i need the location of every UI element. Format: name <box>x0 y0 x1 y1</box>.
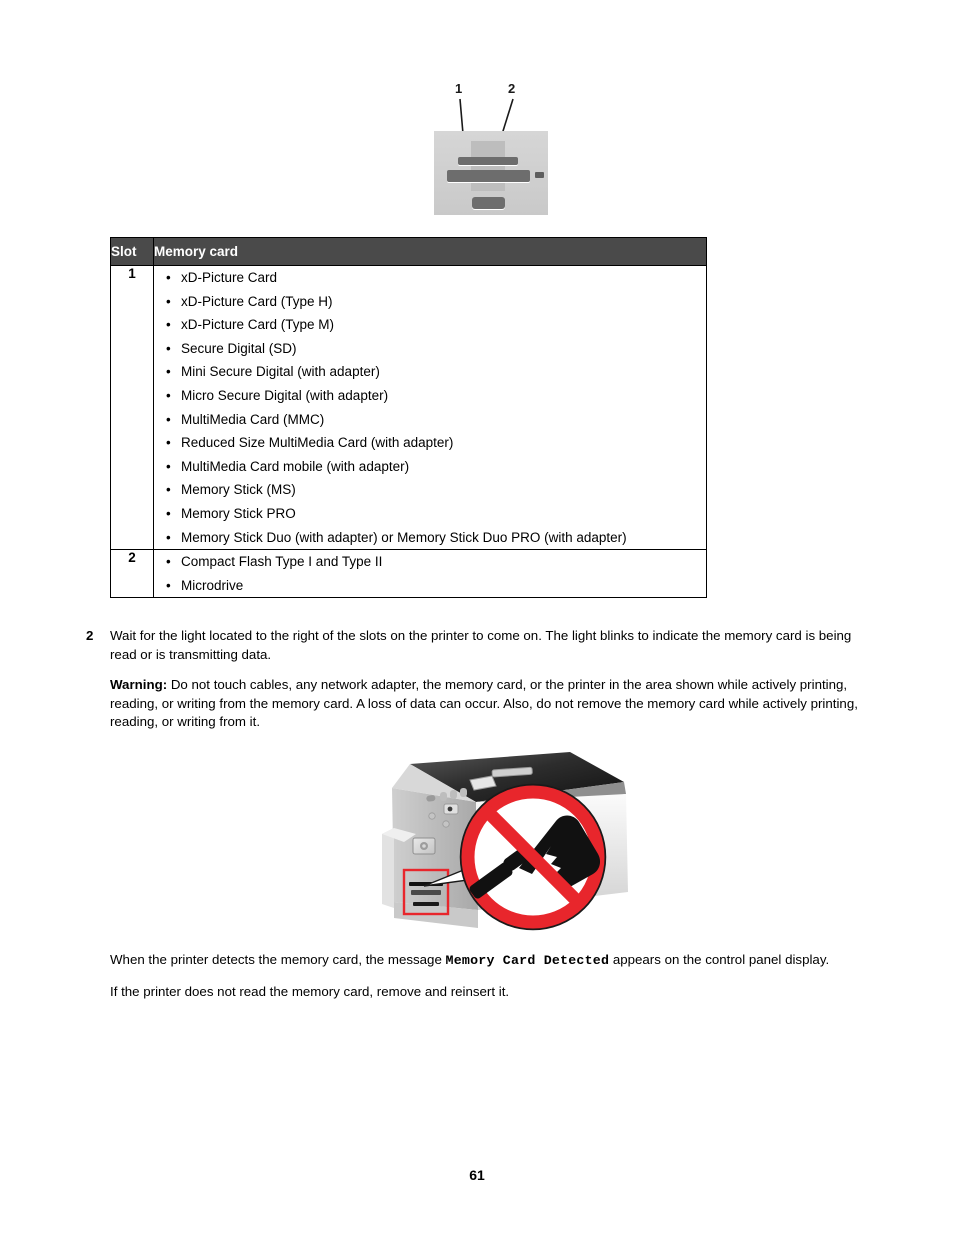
memory-card-table: Slot Memory card 1 xD-Picture Card xD-Pi… <box>110 237 707 599</box>
list-item: Memory Stick Duo (with adapter) or Memor… <box>154 526 706 550</box>
printer-warning-figure <box>380 742 630 942</box>
step-number: 2 <box>86 628 94 643</box>
table-header-slot: Slot <box>110 237 154 266</box>
table-header-row: Slot Memory card <box>110 237 707 266</box>
detected-after-text: appears on the control panel display. <box>609 952 830 967</box>
list-item: Compact Flash Type I and Type II <box>154 550 706 574</box>
list-item: MultiMedia Card mobile (with adapter) <box>154 455 706 479</box>
reinsert-paragraph: If the printer does not read the memory … <box>110 983 510 999</box>
list-item: Reduced Size MultiMedia Card (with adapt… <box>154 431 706 455</box>
row-card-list-cell: xD-Picture Card xD-Picture Card (Type H)… <box>153 264 707 551</box>
list-item: xD-Picture Card (Type M) <box>154 313 706 337</box>
card-slot-2 <box>447 170 530 182</box>
card-list: xD-Picture Card xD-Picture Card (Type H)… <box>154 266 706 549</box>
table-row: 1 xD-Picture Card xD-Picture Card (Type … <box>110 264 707 551</box>
table-body: 1 xD-Picture Card xD-Picture Card (Type … <box>110 264 707 599</box>
list-item: Mini Secure Digital (with adapter) <box>154 360 706 384</box>
table-row: 2 Compact Flash Type I and Type II Micro… <box>110 549 707 599</box>
warning-label: Warning: <box>110 677 168 693</box>
list-item: Memory Stick (MS) <box>154 478 706 502</box>
step-body: Wait for the light located to the right … <box>110 627 876 732</box>
table-header: Slot Memory card <box>110 237 707 266</box>
no-touch-icon <box>459 783 607 931</box>
detected-before-text: When the printer detects the memory card… <box>110 952 446 967</box>
warning-text: Do not touch cables, any network adapter… <box>110 677 858 730</box>
card-slot-1 <box>458 157 518 165</box>
memory-card-detected-paragraph: When the printer detects the memory card… <box>110 951 870 971</box>
warning-paragraph: Warning: Do not touch cables, any networ… <box>110 676 876 732</box>
step-2-block: 2 Wait for the light located to the righ… <box>86 627 876 732</box>
list-item: Microdrive <box>154 574 706 598</box>
list-item: xD-Picture Card <box>154 266 706 290</box>
closing-text-block: When the printer detects the memory card… <box>110 951 870 1001</box>
slot-panel-graphic <box>434 131 548 215</box>
row-card-list-cell: Compact Flash Type I and Type II Microdr… <box>153 549 707 599</box>
printer-illustration <box>382 752 628 931</box>
row-slot-number: 1 <box>110 264 154 551</box>
row-slot-number: 2 <box>110 549 154 599</box>
card-list: Compact Flash Type I and Type II Microdr… <box>154 550 706 597</box>
slot-pictbridge-port <box>472 197 505 209</box>
list-item: Micro Secure Digital (with adapter) <box>154 384 706 408</box>
table-header-memory-card: Memory card <box>153 237 707 266</box>
detected-message-text: Memory Card Detected <box>445 953 610 968</box>
slot-backing-block <box>471 141 505 191</box>
list-item: MultiMedia Card (MMC) <box>154 408 706 432</box>
list-item: Memory Stick PRO <box>154 502 706 526</box>
step-2-text: Wait for the light located to the right … <box>110 628 852 662</box>
page-number: 61 <box>469 1167 485 1183</box>
memory-card-slot-figure: 1 2 <box>425 78 560 223</box>
slot-indicator-light <box>535 172 544 178</box>
list-item: xD-Picture Card (Type H) <box>154 290 706 314</box>
list-item: Secure Digital (SD) <box>154 337 706 361</box>
